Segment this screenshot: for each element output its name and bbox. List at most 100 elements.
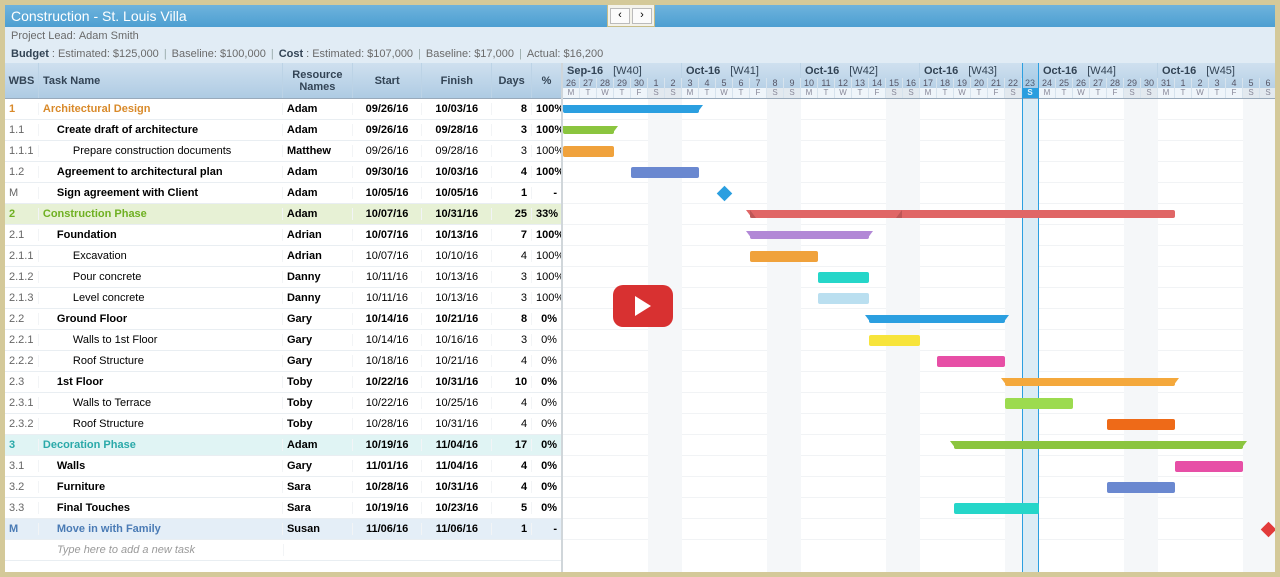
cell-resource[interactable]: Adam (283, 208, 353, 220)
timeline-daynum[interactable]: 4 (699, 78, 716, 88)
cell-pct[interactable]: 100% (532, 124, 561, 136)
cell-pct[interactable]: 0% (532, 334, 561, 346)
cell-pct[interactable]: 0% (532, 355, 561, 367)
cell-finish[interactable]: 10/13/16 (422, 271, 492, 283)
cell-start[interactable]: 09/26/16 (353, 124, 423, 136)
milestone-icon[interactable] (717, 186, 733, 202)
cell-start[interactable]: 10/22/16 (353, 397, 423, 409)
add-task-row[interactable]: Type here to add a new task (5, 540, 561, 561)
cell-resource[interactable]: Adrian (283, 229, 353, 241)
cell-days[interactable]: 10 (492, 376, 532, 388)
cell-finish[interactable]: 10/05/16 (422, 187, 492, 199)
cell-start[interactable]: 10/18/16 (353, 355, 423, 367)
cell-taskname[interactable]: Roof Structure (39, 418, 283, 430)
cell-finish[interactable]: 11/06/16 (422, 523, 492, 535)
cell-finish[interactable]: 09/28/16 (422, 124, 492, 136)
cell-start[interactable]: 10/11/16 (353, 292, 423, 304)
timeline-week[interactable]: Oct-16[W44] (1039, 63, 1158, 78)
cell-start[interactable]: 10/28/16 (353, 418, 423, 430)
cell-resource[interactable]: Toby (283, 376, 353, 388)
cell-pct[interactable]: 100% (532, 292, 561, 304)
timeline-daynum[interactable]: 5 (1243, 78, 1260, 88)
gantt-bar[interactable] (1005, 398, 1073, 409)
timeline-daynum[interactable]: 22 (1005, 78, 1022, 88)
timeline-daynum[interactable]: 5 (716, 78, 733, 88)
table-row[interactable]: 1.1.1Prepare construction documentsMatth… (5, 141, 561, 162)
gantt-bar[interactable] (1107, 419, 1175, 430)
cell-resource[interactable]: Adrian (283, 250, 353, 262)
cell-days[interactable]: 17 (492, 439, 532, 451)
cell-days[interactable]: 4 (492, 481, 532, 493)
cell-taskname[interactable]: Sign agreement with Client (39, 187, 283, 199)
gantt-bar[interactable] (818, 272, 869, 283)
timeline-daynum[interactable]: 17 (920, 78, 937, 88)
timeline-daynum[interactable]: 2 (1192, 78, 1209, 88)
cell-pct[interactable]: 100% (532, 271, 561, 283)
timeline-daynum[interactable]: 11 (818, 78, 835, 88)
cell-resource[interactable]: Adam (283, 439, 353, 451)
gantt-bar[interactable] (750, 210, 1175, 218)
table-row[interactable]: 2.2Ground FloorGary10/14/1610/21/1680% (5, 309, 561, 330)
timeline-daynum[interactable]: 3 (1209, 78, 1226, 88)
cell-start[interactable]: 11/01/16 (353, 460, 423, 472)
timeline-daynum[interactable]: 26 (563, 78, 580, 88)
gantt-bar[interactable] (631, 167, 699, 178)
cell-taskname[interactable]: Walls to 1st Floor (39, 334, 283, 346)
timeline-daynum[interactable]: 14 (869, 78, 886, 88)
cell-resource[interactable]: Gary (283, 334, 353, 346)
table-row[interactable]: 3.1WallsGary11/01/1611/04/1640% (5, 456, 561, 477)
timeline-daynum[interactable]: 29 (614, 78, 631, 88)
timeline-daynum[interactable]: 6 (733, 78, 750, 88)
cell-start[interactable]: 09/26/16 (353, 145, 423, 157)
cell-start[interactable]: 09/26/16 (353, 103, 423, 115)
cell-days[interactable]: 4 (492, 355, 532, 367)
gantt-bar[interactable] (954, 441, 1243, 449)
cell-finish[interactable]: 10/31/16 (422, 208, 492, 220)
gantt-bar[interactable] (750, 251, 818, 262)
cell-days[interactable]: 1 (492, 187, 532, 199)
cell-pct[interactable]: 100% (532, 103, 561, 115)
col-start[interactable]: Start (353, 63, 423, 98)
timeline-daynum[interactable]: 13 (852, 78, 869, 88)
cell-days[interactable]: 25 (492, 208, 532, 220)
col-taskname[interactable]: Task Name (39, 63, 283, 98)
cell-taskname[interactable]: Move in with Family (39, 523, 283, 535)
cell-resource[interactable]: Toby (283, 397, 353, 409)
timeline-daynum[interactable]: 29 (1124, 78, 1141, 88)
cell-taskname[interactable]: Agreement to architectural plan (39, 166, 283, 178)
cell-days[interactable]: 3 (492, 124, 532, 136)
cell-finish[interactable]: 11/04/16 (422, 460, 492, 472)
table-row[interactable]: 1.2Agreement to architectural planAdam09… (5, 162, 561, 183)
cell-taskname[interactable]: Ground Floor (39, 313, 283, 325)
timeline-daynum[interactable]: 28 (1107, 78, 1124, 88)
cell-taskname[interactable]: Create draft of architecture (39, 124, 283, 136)
cell-resource[interactable]: Sara (283, 481, 353, 493)
col-pct[interactable]: % (532, 63, 561, 98)
gantt-bar[interactable] (818, 293, 869, 304)
cell-resource[interactable]: Adam (283, 166, 353, 178)
gantt-bar[interactable] (1175, 461, 1243, 472)
cell-taskname[interactable]: Foundation (39, 229, 283, 241)
table-row[interactable]: 2.1FoundationAdrian10/07/1610/13/167100% (5, 225, 561, 246)
gantt-bar[interactable] (563, 146, 614, 157)
timeline-daynum[interactable]: 9 (784, 78, 801, 88)
table-row[interactable]: 2.1.1ExcavationAdrian10/07/1610/10/16410… (5, 246, 561, 267)
table-row[interactable]: 2.31st FloorToby10/22/1610/31/16100% (5, 372, 561, 393)
cell-taskname[interactable]: Prepare construction documents (39, 145, 283, 157)
cell-finish[interactable]: 10/21/16 (422, 355, 492, 367)
table-row[interactable]: 3Decoration PhaseAdam10/19/1611/04/16170… (5, 435, 561, 456)
cell-pct[interactable]: 0% (532, 313, 561, 325)
timeline-daynum[interactable]: 28 (597, 78, 614, 88)
cell-pct[interactable]: 0% (532, 376, 561, 388)
timeline-daynum[interactable]: 16 (903, 78, 920, 88)
cell-finish[interactable]: 10/31/16 (422, 481, 492, 493)
cell-days[interactable]: 5 (492, 502, 532, 514)
cell-days[interactable]: 4 (492, 250, 532, 262)
play-video-button[interactable] (613, 285, 673, 327)
timeline-daynum[interactable]: 15 (886, 78, 903, 88)
timeline-daynum[interactable]: 1 (1175, 78, 1192, 88)
cell-finish[interactable]: 11/04/16 (422, 439, 492, 451)
timeline-daynum[interactable]: 30 (631, 78, 648, 88)
table-row[interactable]: 1.1Create draft of architectureAdam09/26… (5, 120, 561, 141)
cell-finish[interactable]: 10/31/16 (422, 376, 492, 388)
